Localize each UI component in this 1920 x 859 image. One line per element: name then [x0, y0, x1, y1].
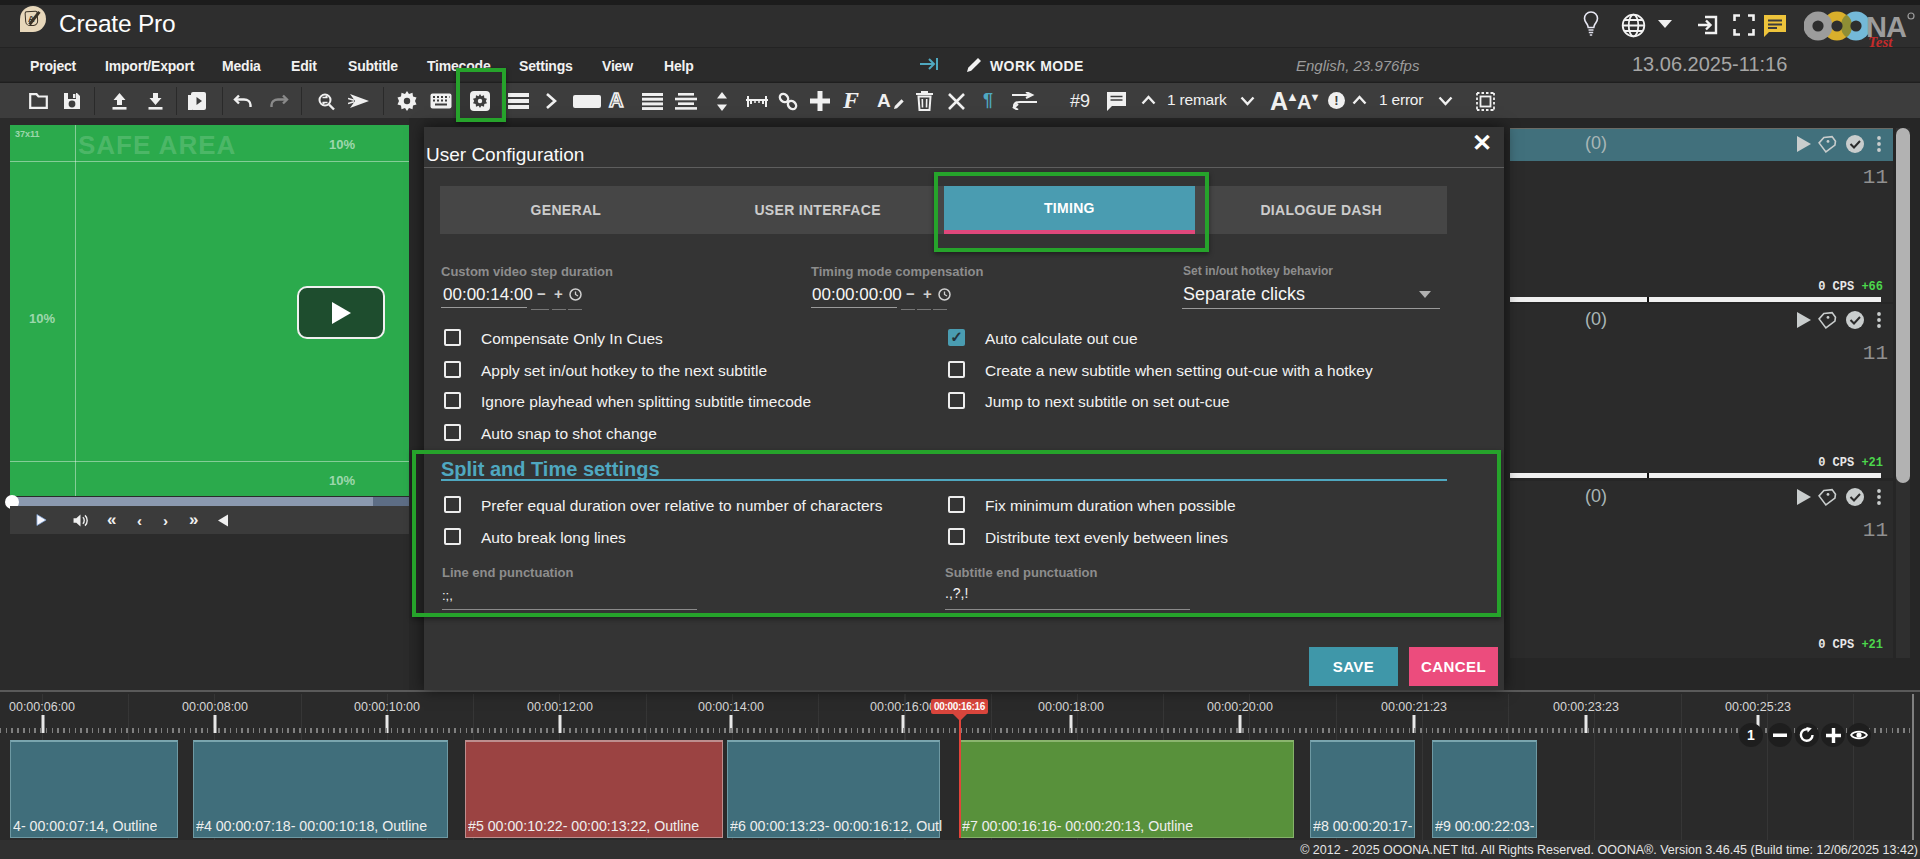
svg-text:Test: Test	[1868, 34, 1893, 48]
